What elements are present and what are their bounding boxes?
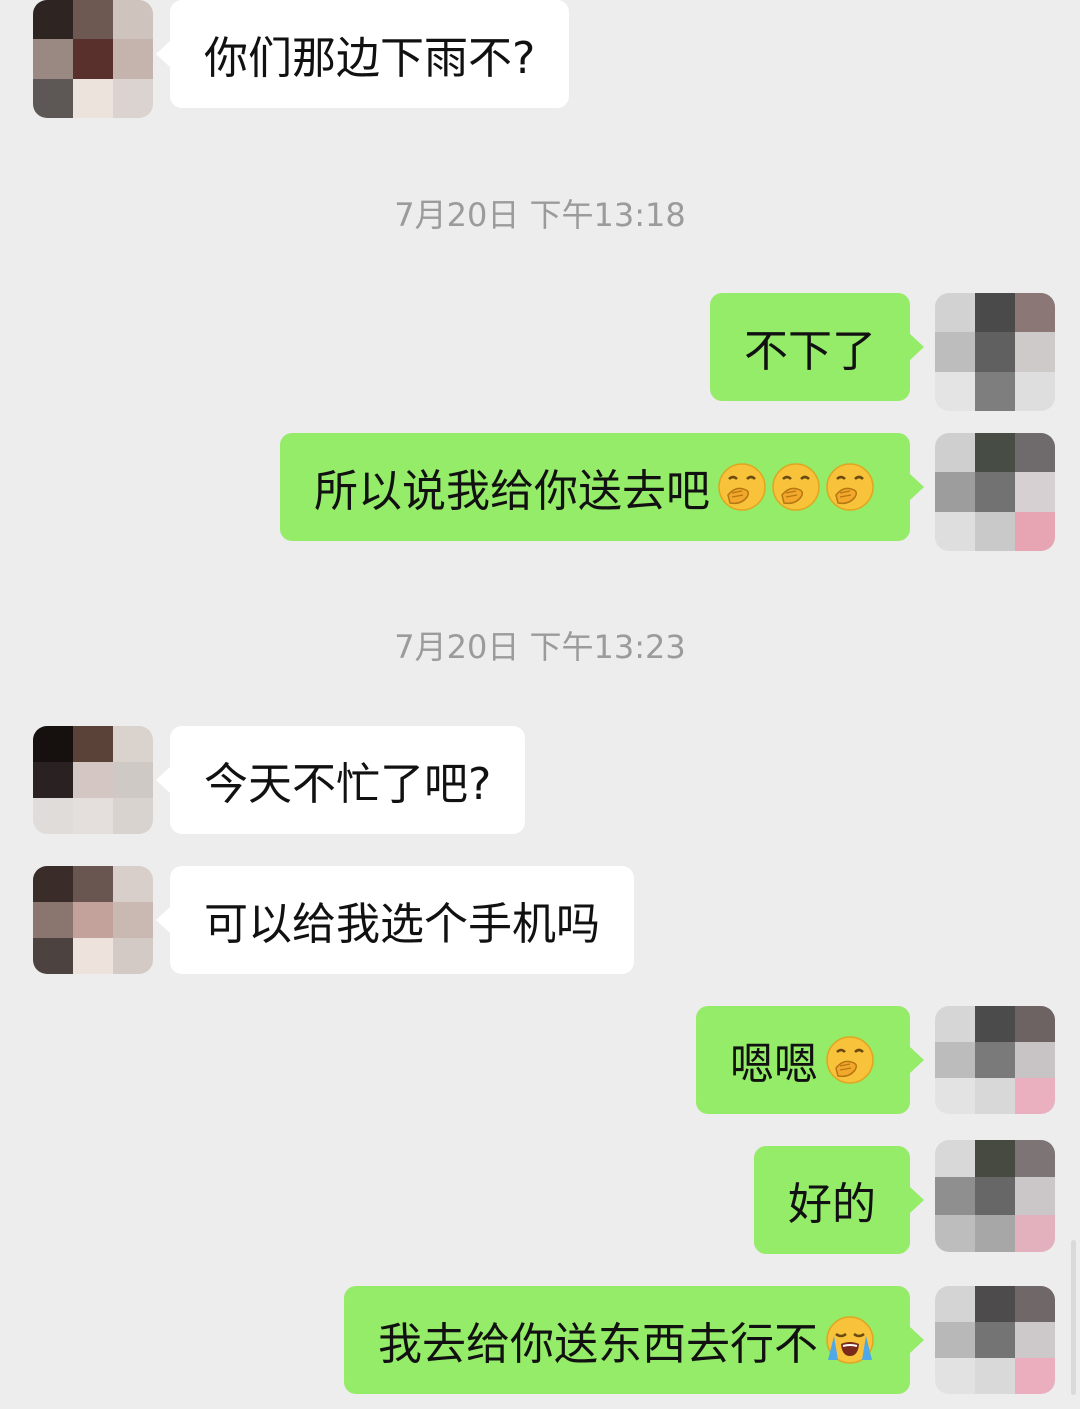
message-text: 嗯嗯	[730, 1039, 818, 1090]
hand-over-mouth-icon	[826, 463, 874, 511]
my-avatar[interactable]	[935, 1140, 1055, 1252]
message-bubble-incoming[interactable]: 你们那边下雨不?	[155, 0, 570, 108]
message-timestamp: 7月20日 下午13:18	[394, 196, 686, 234]
message-text: 你们那边下雨不?	[204, 33, 536, 84]
my-avatar[interactable]	[935, 1286, 1055, 1394]
message-bubble-incoming[interactable]: 可以给我选个手机吗	[156, 866, 634, 974]
message-text: 可以给我选个手机吗	[204, 899, 600, 950]
message-text: 不下了	[744, 326, 876, 377]
message-text: 好的	[788, 1179, 876, 1230]
chat-area[interactable]: 你们那边下雨不? 7月20日 下午13:18 不下了 所以说我给你送去吧 7月2…	[0, 0, 1080, 1409]
contact-avatar[interactable]	[33, 0, 153, 118]
message-text: 今天不忙了吧?	[204, 759, 492, 810]
scrollbar[interactable]	[1071, 1240, 1076, 1395]
message-bubble-outgoing[interactable]: 好的	[754, 1146, 924, 1254]
message-timestamp: 7月20日 下午13:23	[394, 628, 686, 666]
message-text: 我去给你送东西去行不	[378, 1319, 818, 1370]
message-bubble-outgoing[interactable]: 不下了	[710, 293, 924, 401]
message-bubble-outgoing[interactable]: 我去给你送东西去行不	[344, 1286, 924, 1394]
contact-avatar[interactable]	[33, 726, 153, 834]
message-bubble-outgoing[interactable]: 嗯嗯	[696, 1006, 924, 1114]
loudly-crying-icon	[826, 1316, 874, 1364]
hand-over-mouth-icon	[772, 463, 820, 511]
my-avatar[interactable]	[935, 1006, 1055, 1114]
message-bubble-incoming[interactable]: 今天不忙了吧?	[155, 726, 526, 834]
contact-avatar[interactable]	[33, 866, 153, 974]
message-bubble-outgoing[interactable]: 所以说我给你送去吧	[280, 433, 924, 541]
hand-over-mouth-icon	[826, 1036, 874, 1084]
message-text: 所以说我给你送去吧	[314, 466, 710, 517]
hand-over-mouth-icon	[718, 463, 766, 511]
my-avatar[interactable]	[935, 433, 1055, 551]
my-avatar[interactable]	[935, 293, 1055, 411]
